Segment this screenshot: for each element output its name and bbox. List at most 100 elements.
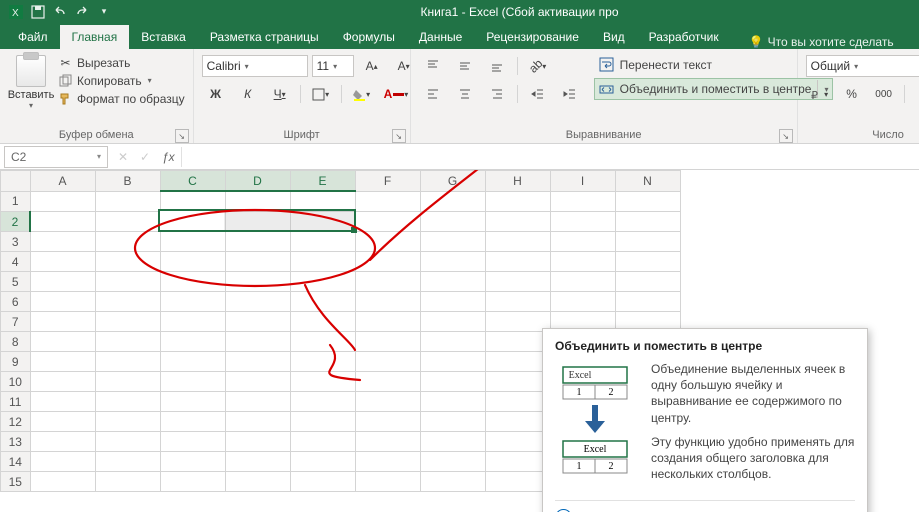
cell[interactable]: [225, 312, 290, 332]
cell[interactable]: [95, 252, 160, 272]
fx-icon[interactable]: ƒx: [156, 150, 181, 164]
decrease-indent-icon[interactable]: [524, 83, 552, 105]
row-header[interactable]: 12: [1, 412, 31, 432]
dialog-launcher-icon[interactable]: ↘: [779, 129, 793, 143]
font-size-combo[interactable]: 11▾: [312, 55, 354, 77]
cell[interactable]: [160, 472, 225, 492]
cell[interactable]: [485, 472, 550, 492]
cell[interactable]: [30, 272, 95, 292]
cell[interactable]: [355, 392, 420, 412]
cell[interactable]: [420, 432, 485, 452]
cell[interactable]: [30, 392, 95, 412]
cell[interactable]: [290, 372, 355, 392]
row-header[interactable]: 11: [1, 392, 31, 412]
row-header[interactable]: 6: [1, 292, 31, 312]
cell[interactable]: [225, 452, 290, 472]
align-center-icon[interactable]: [451, 83, 479, 105]
cell[interactable]: [225, 472, 290, 492]
cell[interactable]: [95, 392, 160, 412]
cell[interactable]: [485, 232, 550, 252]
cell[interactable]: [95, 312, 160, 332]
cell[interactable]: [290, 332, 355, 352]
cell[interactable]: [485, 312, 550, 332]
cell[interactable]: [485, 432, 550, 452]
column-header[interactable]: G: [420, 171, 485, 192]
cell[interactable]: [290, 312, 355, 332]
align-middle-icon[interactable]: [451, 55, 479, 77]
cell[interactable]: [485, 412, 550, 432]
cell[interactable]: [160, 332, 225, 352]
cell[interactable]: [30, 292, 95, 312]
cell[interactable]: [225, 252, 290, 272]
cell[interactable]: [160, 452, 225, 472]
dialog-launcher-icon[interactable]: ↘: [392, 129, 406, 143]
cell[interactable]: [290, 392, 355, 412]
cell[interactable]: [420, 352, 485, 372]
cell[interactable]: [95, 452, 160, 472]
select-all-corner[interactable]: [1, 171, 31, 192]
bold-button[interactable]: Ж: [202, 83, 230, 105]
cell[interactable]: [225, 272, 290, 292]
tab-home[interactable]: Главная: [60, 25, 130, 49]
copy-button[interactable]: Копировать ▾: [58, 73, 185, 88]
format-painter-button[interactable]: Формат по образцу: [58, 91, 185, 106]
cell[interactable]: [290, 412, 355, 432]
increase-font-icon[interactable]: A▴: [358, 55, 386, 77]
redo-icon[interactable]: [74, 4, 90, 20]
cell[interactable]: [95, 212, 160, 232]
dialog-launcher-icon[interactable]: ↘: [175, 129, 189, 143]
cell[interactable]: [160, 212, 225, 232]
row-header[interactable]: 10: [1, 372, 31, 392]
cell[interactable]: [160, 432, 225, 452]
cell[interactable]: [225, 352, 290, 372]
cell[interactable]: [485, 252, 550, 272]
cell[interactable]: [30, 312, 95, 332]
cell[interactable]: [420, 312, 485, 332]
row-header[interactable]: 7: [1, 312, 31, 332]
undo-icon[interactable]: [52, 4, 68, 20]
cell[interactable]: [160, 272, 225, 292]
column-header[interactable]: C: [160, 171, 225, 192]
cell[interactable]: [30, 452, 95, 472]
tab-view[interactable]: Вид: [591, 25, 637, 49]
cell[interactable]: [30, 372, 95, 392]
cell[interactable]: [485, 452, 550, 472]
qat-customize-icon[interactable]: ▾: [96, 4, 112, 20]
comma-style-icon[interactable]: 000: [870, 83, 898, 105]
cell[interactable]: [420, 472, 485, 492]
save-icon[interactable]: [30, 4, 46, 20]
cell[interactable]: [355, 452, 420, 472]
cell[interactable]: [160, 392, 225, 412]
cell[interactable]: [160, 312, 225, 332]
tab-data[interactable]: Данные: [407, 25, 474, 49]
row-header[interactable]: 4: [1, 252, 31, 272]
number-format-combo[interactable]: Общий▾: [806, 55, 919, 77]
row-header[interactable]: 9: [1, 352, 31, 372]
cell[interactable]: [420, 232, 485, 252]
cell[interactable]: [95, 332, 160, 352]
tab-file[interactable]: Файл: [6, 25, 60, 49]
cell[interactable]: [95, 432, 160, 452]
cell[interactable]: [30, 432, 95, 452]
column-header[interactable]: A: [30, 171, 95, 192]
cell[interactable]: [290, 191, 355, 212]
cell[interactable]: [95, 232, 160, 252]
formula-input[interactable]: [181, 147, 919, 167]
cell[interactable]: [30, 252, 95, 272]
cell[interactable]: [485, 292, 550, 312]
cell[interactable]: [355, 272, 420, 292]
cell[interactable]: [550, 232, 615, 252]
cell[interactable]: [95, 352, 160, 372]
cell[interactable]: [355, 252, 420, 272]
cell[interactable]: [160, 292, 225, 312]
cell[interactable]: [550, 272, 615, 292]
row-header[interactable]: 13: [1, 432, 31, 452]
column-header[interactable]: B: [95, 171, 160, 192]
cell[interactable]: [225, 232, 290, 252]
cell[interactable]: [420, 292, 485, 312]
cell[interactable]: [225, 292, 290, 312]
cell[interactable]: [420, 252, 485, 272]
cell[interactable]: [225, 332, 290, 352]
cell[interactable]: [30, 412, 95, 432]
row-header[interactable]: 2: [1, 212, 31, 232]
